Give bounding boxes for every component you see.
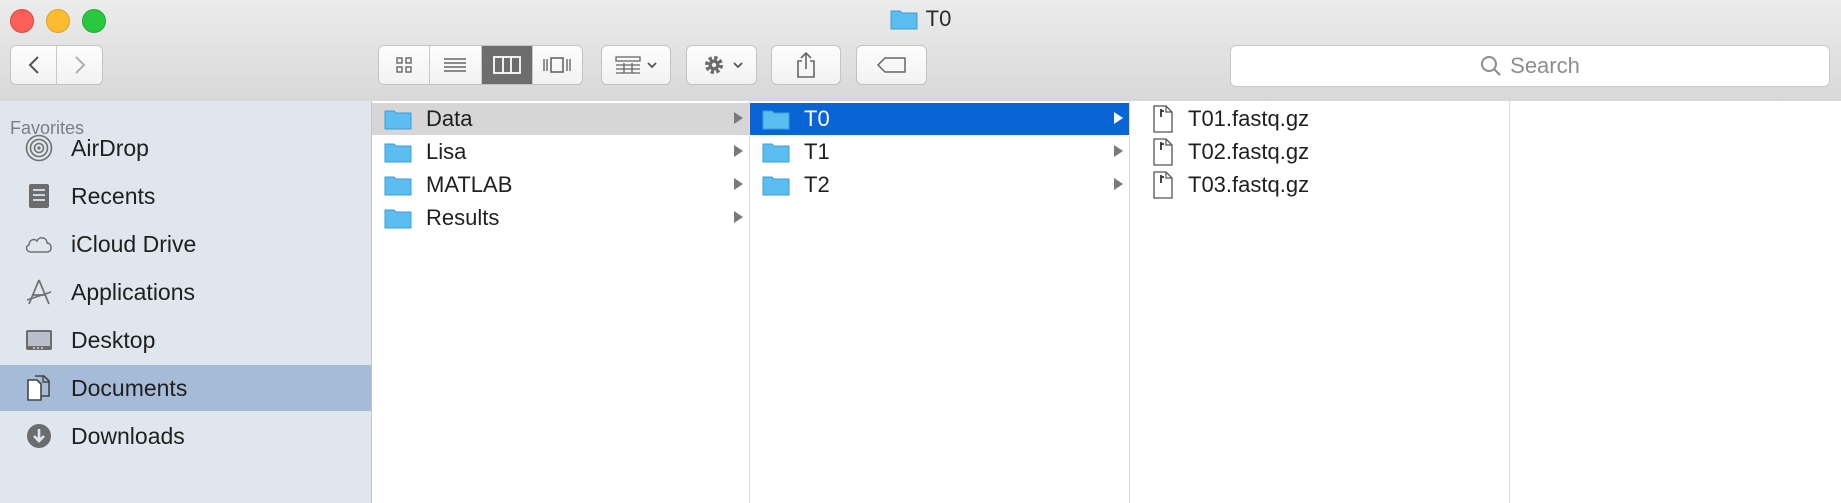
column-2: T0 T1 T2 [750,101,1130,503]
column-view-button[interactable] [481,46,533,84]
folder-icon [384,209,412,229]
window-title-bar: T0 [0,6,1841,34]
toolbar: T0 Search [0,0,1841,102]
chevron-left-icon [28,56,39,74]
sidebar-item-label: Documents [71,374,188,401]
sidebar-item-label: Downloads [71,422,185,449]
finder-window: T0 Search Favorites AirDrop Recents iClo… [0,0,1841,503]
search-placeholder: Search [1510,53,1580,78]
chevron-right-icon [74,56,85,74]
search-field[interactable]: Search [1230,45,1830,87]
folder-row-results[interactable]: Results [372,202,749,234]
sidebar-item-label: Recents [71,182,156,209]
arrange-icon [615,56,641,74]
desktop-icon [24,325,54,355]
sidebar-item-applications[interactable]: Applications [0,269,371,315]
airdrop-icon [24,133,54,163]
search-icon [1481,56,1501,76]
documents-icon [24,373,54,403]
chevron-down-icon [647,61,657,68]
cover-flow-view-button[interactable] [532,46,582,84]
file-row-t03[interactable]: T03.fastq.gz [1130,169,1509,201]
navigation-buttons [10,45,103,85]
sidebar: Favorites AirDrop Recents iCloud Drive A… [0,101,372,503]
icon-view-button[interactable] [379,46,431,84]
cover-flow-icon [543,57,572,73]
folder-row-t1[interactable]: T1 [750,136,1129,168]
folder-row-data[interactable]: Data [372,103,749,135]
sidebar-item-desktop[interactable]: Desktop [0,317,371,363]
folder-row-t0[interactable]: T0 [750,103,1129,135]
action-button[interactable] [686,45,757,85]
icon-view-icon [396,57,412,73]
disclosure-arrow-icon [1114,178,1123,190]
disclosure-arrow-icon [1114,112,1123,124]
sidebar-item-downloads[interactable]: Downloads [0,413,371,459]
folder-name: T1 [804,139,830,164]
column-1: Data Lisa MATLAB Results [372,101,750,503]
file-row-t02[interactable]: T02.fastq.gz [1130,136,1509,168]
arrange-button[interactable] [601,45,671,85]
disclosure-arrow-icon [1114,145,1123,157]
downloads-icon [24,421,54,451]
column-view-icon [492,56,521,74]
applications-icon [24,277,54,307]
share-button[interactable] [771,45,841,85]
chevron-down-icon [732,61,743,68]
folder-name: Results [426,205,500,230]
folder-name: Lisa [426,139,467,164]
sidebar-item-icloud-drive[interactable]: iCloud Drive [0,221,371,267]
list-view-icon [444,58,467,72]
folder-icon [384,110,412,130]
file-name: T01.fastq.gz [1188,106,1310,131]
tag-icon [876,57,906,73]
column-3: T01.fastq.gz T02.fastq.gz T03.fastq.gz [1130,101,1510,503]
file-name: T02.fastq.gz [1188,139,1310,164]
list-view-button[interactable] [430,46,482,84]
folder-name: T2 [804,172,830,197]
forward-button[interactable] [57,46,102,84]
sidebar-item-label: Desktop [71,326,156,353]
gear-icon [704,56,723,74]
sidebar-item-documents[interactable]: Documents [0,365,371,411]
folder-name: T0 [804,106,830,131]
sidebar-item-recents[interactable]: Recents [0,173,371,219]
back-button[interactable] [11,46,57,84]
file-name: T03.fastq.gz [1188,172,1310,197]
folder-icon [762,176,790,196]
tags-button[interactable] [856,45,927,85]
folder-icon [384,143,412,163]
disclosure-arrow-icon [734,112,743,124]
folder-name: Data [426,106,473,131]
recents-icon [24,181,54,211]
disclosure-arrow-icon [734,211,743,223]
document-icon [1153,105,1173,133]
sidebar-item-label: AirDrop [71,134,149,161]
folder-icon [762,143,790,163]
folder-icon [762,110,790,130]
sidebar-item-label: Applications [71,278,196,305]
disclosure-arrow-icon [734,178,743,190]
window-title: T0 [925,6,952,31]
column-4-empty [1510,101,1841,503]
folder-icon [384,176,412,196]
sidebar-item-label: iCloud Drive [71,230,197,257]
sidebar-item-airdrop[interactable]: AirDrop [0,125,371,171]
document-icon [1153,171,1173,199]
cloud-icon [24,229,54,259]
file-row-t01[interactable]: T01.fastq.gz [1130,103,1509,135]
folder-icon [890,10,918,30]
disclosure-arrow-icon [734,145,743,157]
folder-row-matlab[interactable]: MATLAB [372,169,749,201]
folder-name: MATLAB [426,172,513,197]
share-icon [797,51,815,78]
view-mode-control [378,45,583,85]
folder-row-t2[interactable]: T2 [750,169,1129,201]
folder-row-lisa[interactable]: Lisa [372,136,749,168]
document-icon [1153,138,1173,166]
